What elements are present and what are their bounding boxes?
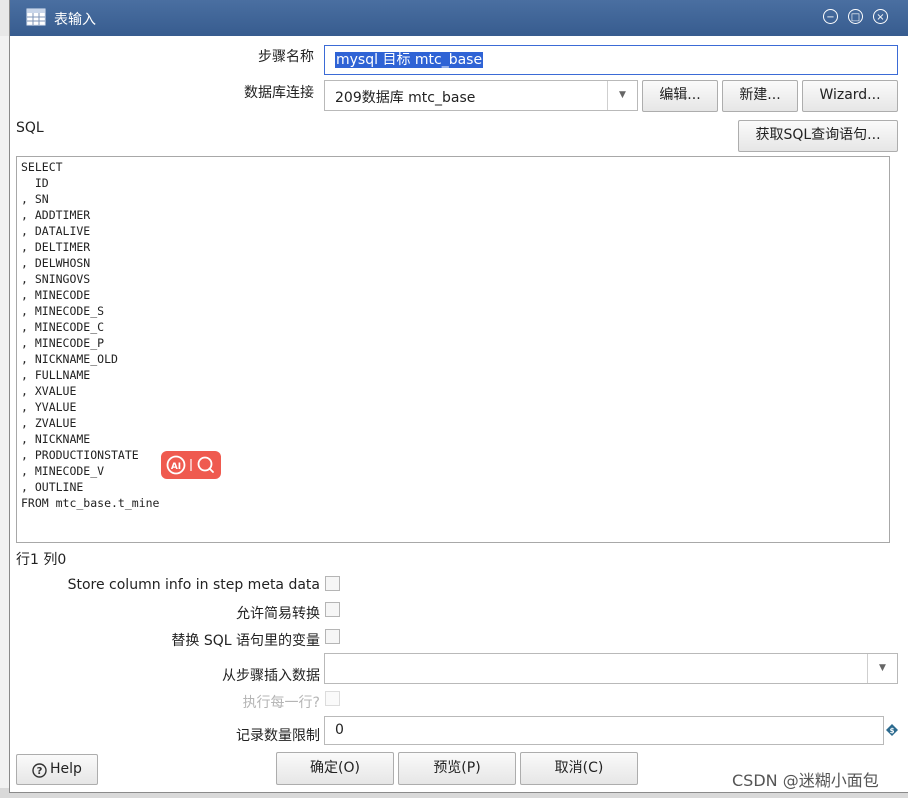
db-connection-value: 209数据库 mtc_base <box>335 90 476 106</box>
wizard-button[interactable]: Wizard... <box>802 80 898 112</box>
sql-editor[interactable]: SELECT ID , SN , ADDTIMER , DATALIVE , D… <box>16 156 890 543</box>
insert-from-step-label: 从步骤插入数据 <box>222 668 320 684</box>
get-sql-button[interactable]: 获取SQL查询语句... <box>738 120 898 152</box>
lazy-conversion-label: 允许简易转换 <box>236 606 320 622</box>
help-button-label: Help <box>50 761 82 777</box>
watermark: CSDN @迷糊小面包 <box>732 771 879 790</box>
svg-text:AI: AI <box>171 462 181 472</box>
svg-text:?: ? <box>37 766 43 777</box>
preview-button[interactable]: 预览(P) <box>398 752 516 785</box>
cursor-position: 行1 列0 <box>16 552 67 568</box>
new-connection-button[interactable]: 新建... <box>722 80 798 112</box>
replace-variables-label: 替换 SQL 语句里的变量 <box>171 633 320 649</box>
dialog-title: 表输入 <box>54 12 96 28</box>
chevron-down-icon[interactable]: ▼ <box>607 81 637 110</box>
execute-each-row-checkbox[interactable] <box>325 691 340 706</box>
limit-value: 0 <box>335 722 344 738</box>
diamond-variable-icon: $ <box>886 724 898 736</box>
ok-button[interactable]: 确定(O) <box>276 752 394 785</box>
table-input-icon <box>26 8 46 26</box>
limit-input[interactable]: 0 <box>324 716 884 745</box>
edit-connection-button[interactable]: 编辑... <box>642 80 718 112</box>
sql-label: SQL <box>16 120 44 136</box>
db-connection-select[interactable]: 209数据库 mtc_base ▼ <box>324 80 638 111</box>
close-button[interactable]: × <box>873 9 888 24</box>
step-name-input[interactable]: mysql 目标 mtc_base <box>324 45 898 75</box>
limit-label: 记录数量限制 <box>236 728 320 744</box>
minimize-button[interactable]: − <box>823 9 838 24</box>
help-button[interactable]: ? Help <box>16 754 98 785</box>
execute-each-row-label: 执行每一行? <box>242 695 320 711</box>
maximize-button[interactable]: □ <box>848 9 863 24</box>
db-connection-label: 数据库连接 <box>244 85 314 101</box>
store-column-info-label: Store column info in step meta data <box>67 577 320 593</box>
ai-assistant-icon[interactable]: AI <box>161 451 221 479</box>
title-bar: 表输入 − □ × <box>10 0 908 36</box>
replace-variables-checkbox[interactable] <box>325 629 340 644</box>
store-column-info-checkbox[interactable] <box>325 576 340 591</box>
step-name-label: 步骤名称 <box>258 49 314 65</box>
sql-text[interactable]: SELECT ID , SN , ADDTIMER , DATALIVE , D… <box>17 157 889 511</box>
lazy-conversion-checkbox[interactable] <box>325 602 340 617</box>
table-input-dialog: 表输入 − □ × 步骤名称 mysql 目标 mtc_base 数据库连接 2… <box>10 0 908 792</box>
insert-from-step-select[interactable]: ▼ <box>324 653 898 684</box>
step-name-value: mysql 目标 mtc_base <box>335 52 484 68</box>
question-circle-icon: ? <box>32 763 47 778</box>
svg-text:$: $ <box>890 727 895 735</box>
cancel-button[interactable]: 取消(C) <box>520 752 638 785</box>
chevron-down-icon[interactable]: ▼ <box>867 654 897 683</box>
